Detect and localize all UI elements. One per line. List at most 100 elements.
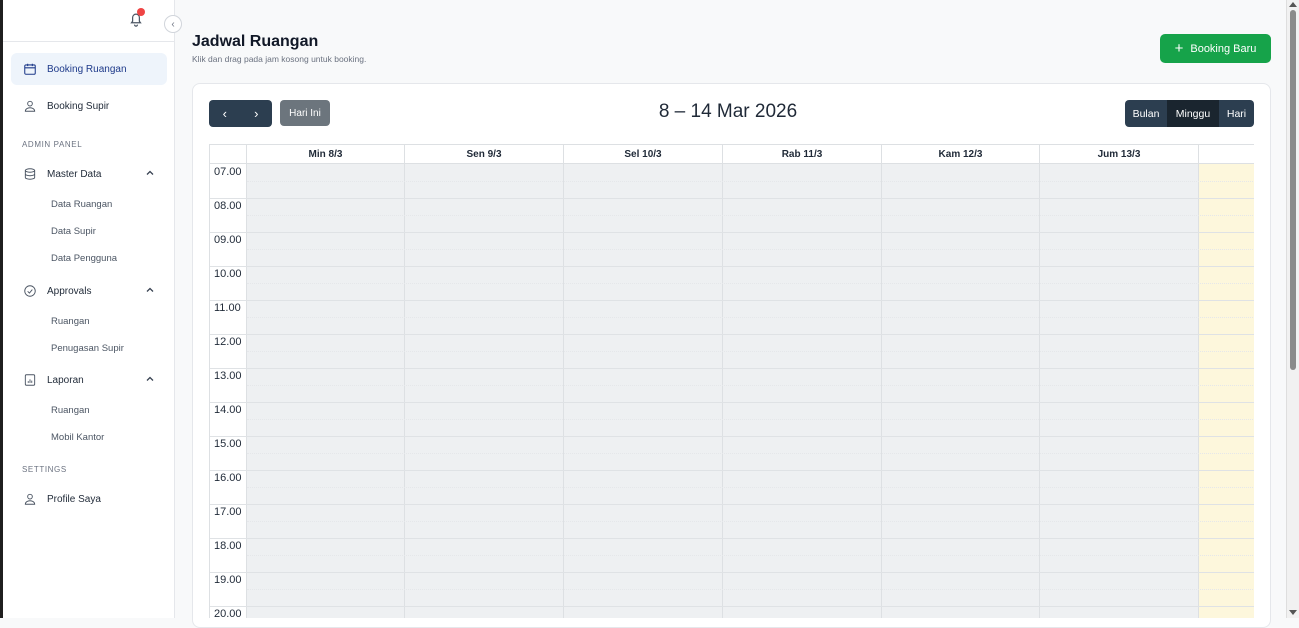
hour-line	[210, 470, 1254, 471]
scrollbar[interactable]	[1286, 0, 1299, 618]
hour-line	[210, 572, 1254, 573]
sidebar-item-laporan[interactable]: Laporan	[11, 364, 167, 396]
page-subtitle: Klik dan drag pada jam kosong untuk book…	[192, 54, 367, 64]
new-booking-button[interactable]: + Booking Baru	[1160, 34, 1271, 63]
week-calendar: Min 8/3 Sen 9/3 Sel 10/3 Rab 11/3 Kam 12…	[209, 144, 1254, 618]
chevron-up-icon	[146, 376, 154, 381]
scroll-down-arrow[interactable]	[1289, 610, 1297, 615]
scroll-up-arrow[interactable]	[1289, 2, 1297, 7]
time-label: 17.00	[214, 506, 242, 518]
hour-line	[210, 232, 1254, 233]
sidebar-subitem-data-pengguna[interactable]: Data Pengguna	[51, 253, 117, 264]
time-label: 08.00	[214, 200, 242, 212]
chevron-up-icon	[146, 287, 154, 292]
date-range-title: 8 – 14 Mar 2026	[658, 101, 798, 122]
view-switcher: Bulan Minggu Hari	[1125, 100, 1254, 127]
half-hour-line	[247, 385, 1254, 386]
hour-line	[210, 300, 1254, 301]
collapse-sidebar-button[interactable]: ‹	[164, 15, 182, 33]
half-hour-line	[247, 283, 1254, 284]
chevron-up-icon	[146, 170, 154, 175]
calendar-nav-group: ‹ ›	[209, 100, 272, 127]
day-header: Sen 9/3	[405, 145, 564, 164]
sidebar-header	[3, 0, 174, 42]
half-hour-line	[247, 215, 1254, 216]
half-hour-line	[247, 589, 1254, 590]
notification-dot	[137, 8, 145, 16]
next-button[interactable]: ›	[241, 100, 273, 127]
time-label: 12.00	[214, 336, 242, 348]
sidebar-item-profile[interactable]: Profile Saya	[11, 483, 167, 515]
day-header: Sel 10/3	[564, 145, 723, 164]
scrollbar-thumb[interactable]	[1290, 10, 1296, 370]
day-header: Min 8/3	[247, 145, 405, 164]
hour-line	[210, 538, 1254, 539]
sidebar-subitem-data-supir[interactable]: Data Supir	[51, 226, 96, 237]
sidebar-item-label: Booking Ruangan	[47, 63, 127, 75]
section-label-admin: ADMIN PANEL	[22, 140, 83, 149]
hour-line	[210, 436, 1254, 437]
half-hour-line	[247, 351, 1254, 352]
half-hour-line	[247, 521, 1254, 522]
new-booking-label: Booking Baru	[1190, 42, 1257, 55]
plus-icon: +	[1174, 40, 1184, 57]
hour-line	[210, 266, 1254, 267]
today-button[interactable]: Hari Ini	[280, 100, 330, 126]
view-month-button[interactable]: Bulan	[1125, 100, 1167, 127]
view-week-button[interactable]: Minggu	[1167, 100, 1219, 127]
sidebar-item-label: Master Data	[47, 168, 102, 180]
half-hour-line	[247, 181, 1254, 182]
time-label: 20.00	[214, 608, 242, 618]
sidebar-item-master-data[interactable]: Master Data	[11, 158, 167, 190]
prev-button[interactable]: ‹	[209, 100, 241, 127]
sidebar-subitem-mobil-kantor[interactable]: Mobil Kantor	[51, 432, 104, 443]
half-hour-line	[247, 487, 1254, 488]
sidebar-subitem-penugasan-supir[interactable]: Penugasan Supir	[51, 343, 124, 354]
sidebar-subitem-data-ruangan[interactable]: Data Ruangan	[51, 199, 112, 210]
page-title: Jadwal Ruangan	[192, 33, 319, 50]
calendar-header-row: Min 8/3 Sen 9/3 Sel 10/3 Rab 11/3 Kam 12…	[210, 145, 1254, 164]
half-hour-line	[247, 453, 1254, 454]
day-header	[1199, 145, 1254, 164]
sidebar-item-label: Profile Saya	[47, 493, 101, 505]
time-header	[210, 145, 247, 164]
time-label: 15.00	[214, 438, 242, 450]
half-hour-line	[247, 317, 1254, 318]
calendar-icon	[23, 62, 37, 76]
hour-line	[210, 606, 1254, 607]
day-header: Rab 11/3	[723, 145, 882, 164]
half-hour-line	[247, 419, 1254, 420]
user-icon	[23, 492, 37, 506]
view-day-button[interactable]: Hari	[1219, 100, 1254, 127]
sidebar-subitem-laporan-ruangan[interactable]: Ruangan	[51, 405, 90, 416]
sidebar-item-label: Laporan	[47, 374, 84, 386]
time-label: 16.00	[214, 472, 242, 484]
report-icon	[23, 373, 37, 387]
time-label: 13.00	[214, 370, 242, 382]
time-label: 11.00	[214, 302, 241, 314]
time-label: 10.00	[214, 268, 242, 280]
hour-line	[210, 198, 1254, 199]
sidebar-item-booking-ruangan[interactable]: Booking Ruangan	[11, 53, 167, 85]
check-circle-icon	[23, 284, 37, 298]
database-icon	[23, 167, 37, 181]
time-label: 14.00	[214, 404, 242, 416]
half-hour-line	[247, 249, 1254, 250]
hour-line	[210, 504, 1254, 505]
sidebar: Booking Ruangan Booking Supir ADMIN PANE…	[3, 0, 175, 618]
sidebar-subitem-approval-ruangan[interactable]: Ruangan	[51, 316, 90, 327]
sidebar-item-booking-supir[interactable]: Booking Supir	[11, 90, 167, 122]
sidebar-item-label: Approvals	[47, 285, 92, 297]
day-header: Jum 13/3	[1040, 145, 1199, 164]
sidebar-item-approvals[interactable]: Approvals	[11, 275, 167, 307]
time-label: 07.00	[214, 166, 242, 178]
section-label-settings: SETTINGS	[22, 465, 67, 474]
hour-line	[210, 402, 1254, 403]
day-header: Kam 12/3	[882, 145, 1040, 164]
half-hour-line	[247, 555, 1254, 556]
sidebar-item-label: Booking Supir	[47, 100, 110, 112]
time-label: 18.00	[214, 540, 242, 552]
time-label: 19.00	[214, 574, 242, 586]
hour-line	[210, 334, 1254, 335]
hour-line	[210, 368, 1254, 369]
